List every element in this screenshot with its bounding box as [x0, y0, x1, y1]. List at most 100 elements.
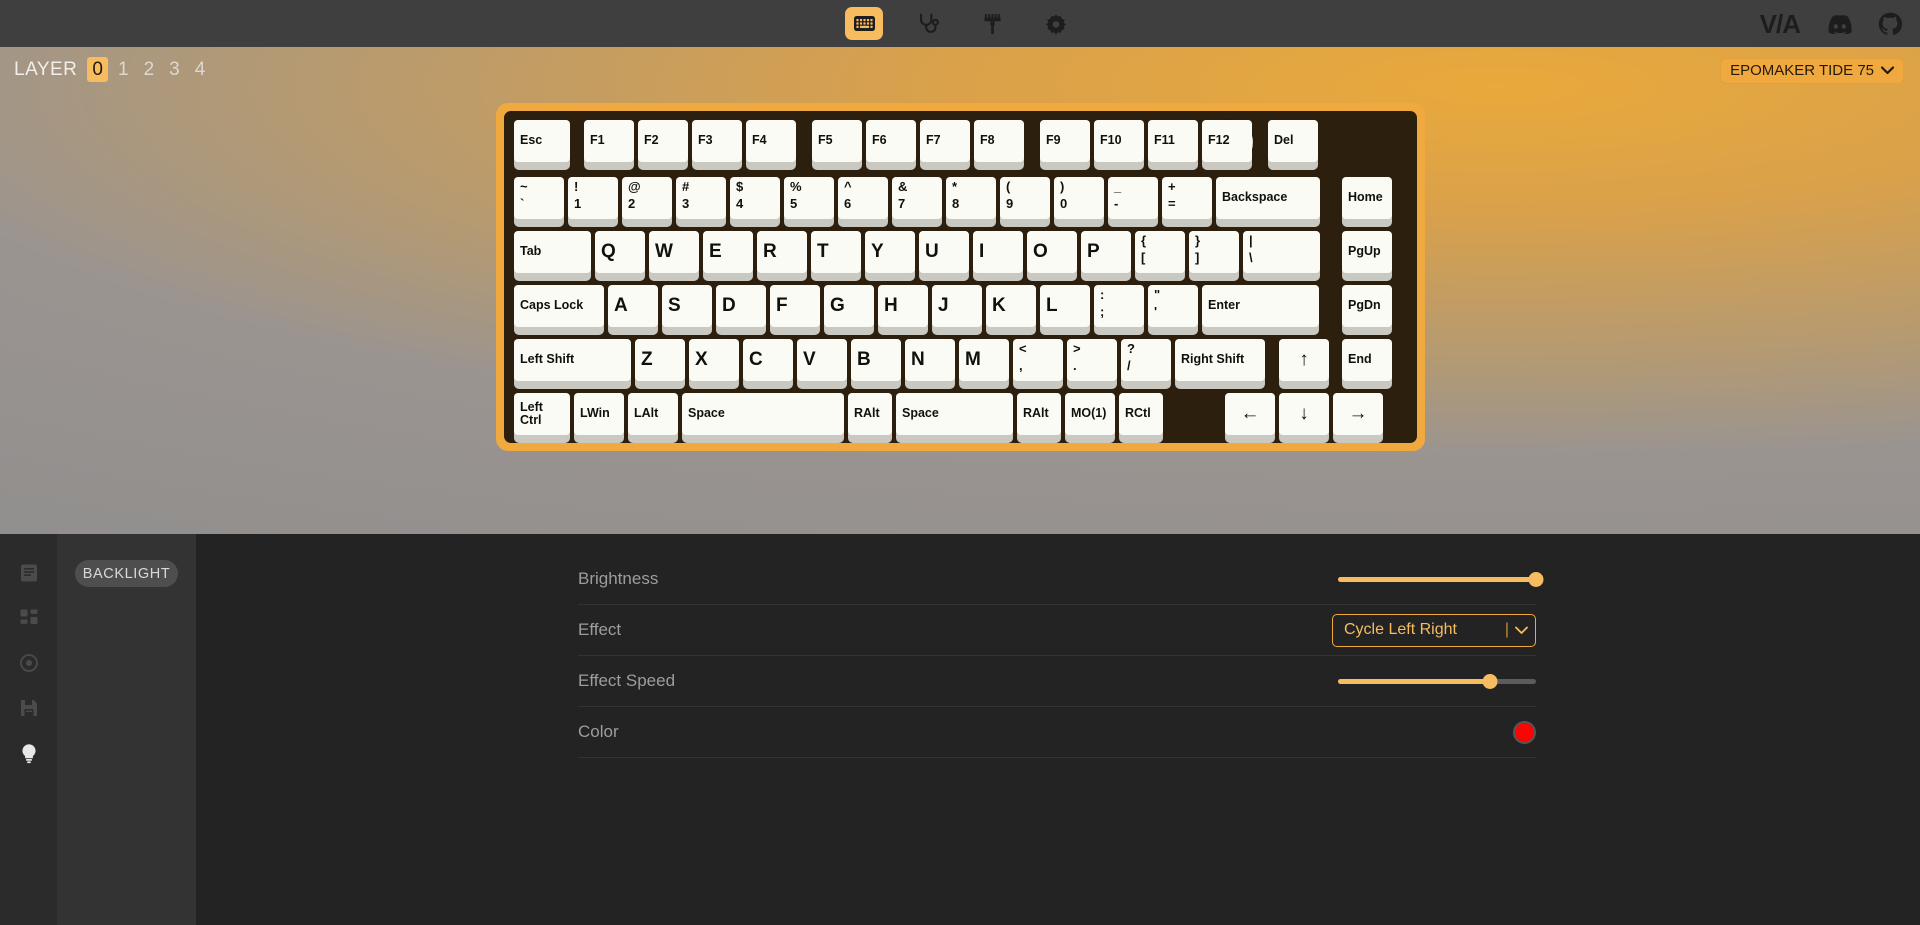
- sidebar-item-notes[interactable]: [17, 561, 41, 585]
- key-[interactable]: ^ 6: [838, 177, 888, 227]
- key-F8[interactable]: F8: [974, 120, 1024, 170]
- key-Enter[interactable]: Enter: [1202, 285, 1319, 335]
- key-[interactable]: @2: [622, 177, 672, 227]
- layer-button-2[interactable]: 2: [139, 57, 160, 82]
- key-F[interactable]: F: [770, 285, 820, 335]
- effect-speed-slider[interactable]: [1338, 673, 1536, 689]
- key-[interactable]: #3: [676, 177, 726, 227]
- key-Esc[interactable]: Esc: [514, 120, 570, 170]
- tab-lighting[interactable]: [973, 7, 1011, 40]
- sidebar-item-layouts[interactable]: [17, 606, 41, 630]
- key-LeftCtrl[interactable]: Left Ctrl: [514, 393, 570, 443]
- key-N[interactable]: N: [905, 339, 955, 389]
- via-logo[interactable]: V/A: [1760, 11, 1801, 37]
- key-Z[interactable]: Z: [635, 339, 685, 389]
- key-[interactable]: <,: [1013, 339, 1063, 389]
- key-[interactable]: % 5: [784, 177, 834, 227]
- key-Space[interactable]: Space: [896, 393, 1013, 443]
- key-F5[interactable]: F5: [812, 120, 862, 170]
- key-[interactable]: ? /: [1121, 339, 1171, 389]
- sidebar-item-macros[interactable]: [17, 651, 41, 675]
- key-W[interactable]: W: [649, 231, 699, 281]
- github-link[interactable]: [1878, 12, 1902, 36]
- key-Tab[interactable]: Tab: [514, 231, 591, 281]
- key-[interactable]: >.: [1067, 339, 1117, 389]
- tab-backlight[interactable]: BACKLIGHT: [75, 560, 178, 587]
- key-M[interactable]: M: [959, 339, 1009, 389]
- brightness-slider[interactable]: [1338, 571, 1544, 587]
- key-[interactable]: (9: [1000, 177, 1050, 227]
- key-RightShift[interactable]: Right Shift: [1175, 339, 1265, 389]
- key-Del[interactable]: Del: [1268, 120, 1318, 170]
- tab-key-tester[interactable]: [909, 7, 947, 40]
- key-[interactable]: ←: [1225, 393, 1275, 443]
- key-[interactable]: ↓: [1279, 393, 1329, 443]
- key-RAlt[interactable]: RAlt: [848, 393, 892, 443]
- key-[interactable]: + =: [1162, 177, 1212, 227]
- key-I[interactable]: I: [973, 231, 1023, 281]
- key-F4[interactable]: F4: [746, 120, 796, 170]
- key-[interactable]: }]: [1189, 231, 1239, 281]
- key-Q[interactable]: Q: [595, 231, 645, 281]
- slider-thumb[interactable]: [1528, 572, 1544, 587]
- key-F12[interactable]: F12: [1202, 120, 1252, 170]
- key-F7[interactable]: F7: [920, 120, 970, 170]
- key-PgDn[interactable]: PgDn: [1342, 285, 1392, 335]
- key-[interactable]: {[: [1135, 231, 1185, 281]
- key-F2[interactable]: F2: [638, 120, 688, 170]
- key-C[interactable]: C: [743, 339, 793, 389]
- key-F11[interactable]: F11: [1148, 120, 1198, 170]
- key-F3[interactable]: F3: [692, 120, 742, 170]
- layer-button-3[interactable]: 3: [164, 57, 185, 82]
- key-L[interactable]: L: [1040, 285, 1090, 335]
- key-S[interactable]: S: [662, 285, 712, 335]
- key-B[interactable]: B: [851, 339, 901, 389]
- slider-thumb[interactable]: [1482, 674, 1498, 689]
- tab-settings[interactable]: [1037, 7, 1075, 40]
- key-Y[interactable]: Y: [865, 231, 915, 281]
- effect-select[interactable]: Cycle Left Right |: [1332, 613, 1536, 647]
- key-G[interactable]: G: [824, 285, 874, 335]
- key-[interactable]: ! 1: [568, 177, 618, 227]
- sidebar-item-save[interactable]: [17, 696, 41, 720]
- key-P[interactable]: P: [1081, 231, 1131, 281]
- key-[interactable]: ~ `: [514, 177, 564, 227]
- key-O[interactable]: O: [1027, 231, 1077, 281]
- key-End[interactable]: End: [1342, 339, 1392, 389]
- key-LAlt[interactable]: LAlt: [628, 393, 678, 443]
- key-F10[interactable]: F10: [1094, 120, 1144, 170]
- tab-keymap[interactable]: [845, 7, 883, 40]
- layer-button-1[interactable]: 1: [113, 57, 134, 82]
- key-CapsLock[interactable]: Caps Lock: [514, 285, 604, 335]
- key-T[interactable]: T: [811, 231, 861, 281]
- key-PgUp[interactable]: PgUp: [1342, 231, 1392, 281]
- key-J[interactable]: J: [932, 285, 982, 335]
- key-F9[interactable]: F9: [1040, 120, 1090, 170]
- key-[interactable]: * 8: [946, 177, 996, 227]
- discord-link[interactable]: [1826, 14, 1852, 34]
- key-[interactable]: | \: [1243, 231, 1320, 281]
- key-K[interactable]: K: [986, 285, 1036, 335]
- color-swatch[interactable]: [1513, 720, 1536, 744]
- key-[interactable]: " ': [1148, 285, 1198, 335]
- key-[interactable]: :;: [1094, 285, 1144, 335]
- key-X[interactable]: X: [689, 339, 739, 389]
- key-[interactable]: →: [1333, 393, 1383, 443]
- key-Home[interactable]: Home: [1342, 177, 1392, 227]
- key-U[interactable]: U: [919, 231, 969, 281]
- key-R[interactable]: R: [757, 231, 807, 281]
- key-F6[interactable]: F6: [866, 120, 916, 170]
- sidebar-item-lighting[interactable]: [17, 741, 41, 765]
- key-MO1[interactable]: MO(1): [1065, 393, 1115, 443]
- key-Space[interactable]: Space: [682, 393, 844, 443]
- key-F1[interactable]: F1: [584, 120, 634, 170]
- key-A[interactable]: A: [608, 285, 658, 335]
- key-D[interactable]: D: [716, 285, 766, 335]
- key-[interactable]: _ -: [1108, 177, 1158, 227]
- keyboard-selector-dropdown[interactable]: EPOMAKER TIDE 75: [1720, 58, 1904, 84]
- key-Backspace[interactable]: Backspace: [1216, 177, 1320, 227]
- key-RCtl[interactable]: RCtl: [1119, 393, 1163, 443]
- key-H[interactable]: H: [878, 285, 928, 335]
- key-RAlt[interactable]: RAlt: [1017, 393, 1061, 443]
- key-[interactable]: & 7: [892, 177, 942, 227]
